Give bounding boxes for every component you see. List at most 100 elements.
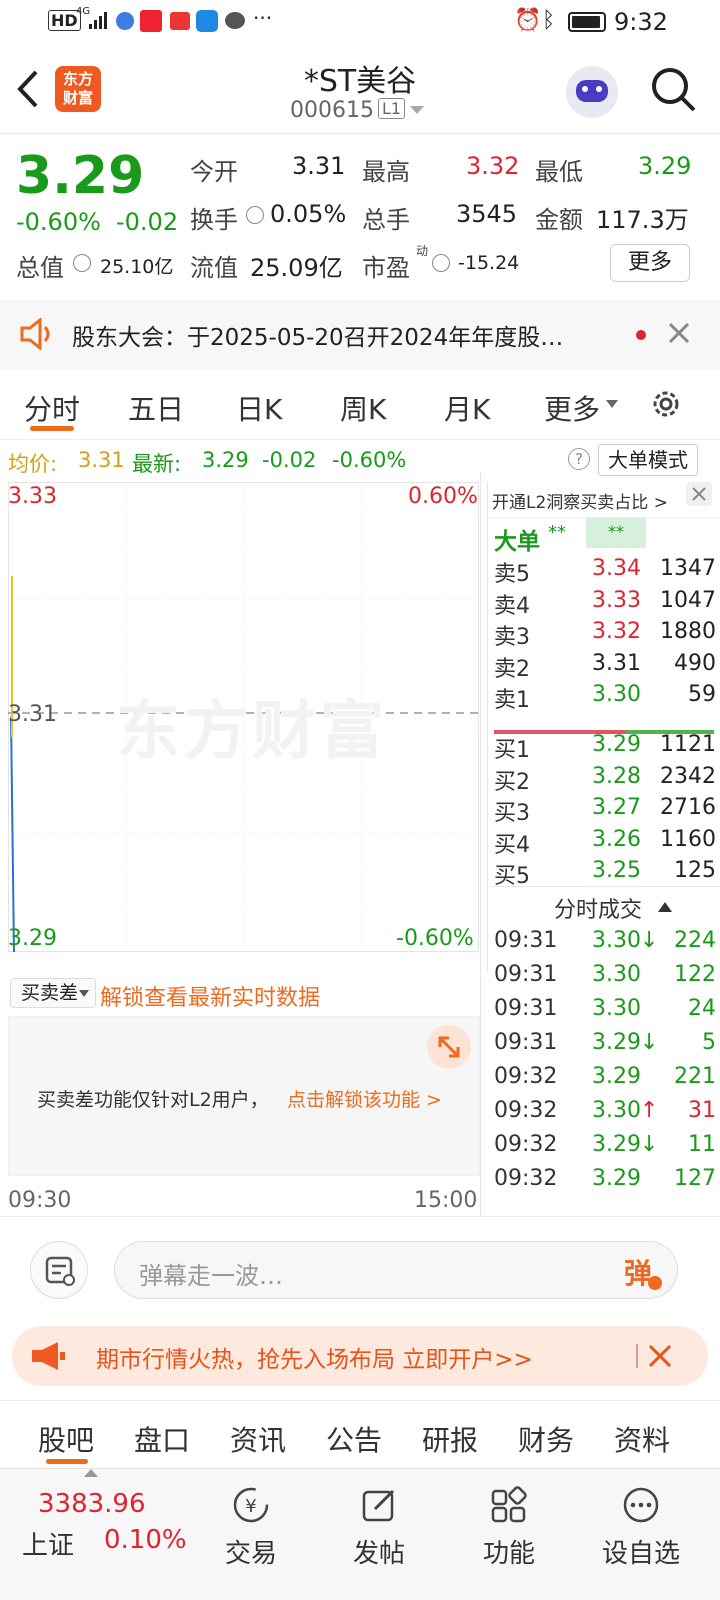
- trade-row: 09:32 3.29 221: [494, 1064, 716, 1094]
- tab-more[interactable]: 更多: [544, 388, 600, 428]
- notice-bar[interactable]: 股东大会：于2025-05-20召开2024年年度股…: [0, 300, 720, 370]
- status-bar: HD 4G ··· ⏰ ᛒ 9:32: [0, 0, 720, 44]
- chevron-down-icon[interactable]: [410, 106, 424, 116]
- unlock-link[interactable]: 解锁查看最新实时数据: [100, 980, 320, 1012]
- tab-research[interactable]: 研报: [422, 1419, 478, 1459]
- close-icon[interactable]: [668, 322, 690, 344]
- unlock-feature-link[interactable]: 点击解锁该功能 >: [287, 1085, 442, 1112]
- tab-pankou[interactable]: 盘口: [134, 1419, 190, 1459]
- bid-volume: 2716: [660, 795, 716, 820]
- bottom-tab-indicator: [46, 1459, 88, 1464]
- trade-row: 09:32 3.29 ↓ 11: [494, 1132, 716, 1162]
- mktcap-info-icon[interactable]: [73, 254, 91, 272]
- more-button[interactable]: 更多: [610, 244, 690, 282]
- trade-volume: 224: [674, 928, 716, 953]
- message-icon: [225, 12, 245, 29]
- trade-time: 09:32: [494, 1098, 558, 1123]
- danmu-toggle[interactable]: 弹: [608, 1241, 678, 1299]
- robot-assistant-icon[interactable]: [566, 66, 618, 118]
- danmu-settings-icon[interactable]: [30, 1241, 88, 1299]
- tab-monthly-k[interactable]: 月K: [444, 388, 490, 428]
- order-book: 开通L2洞察买卖占比 > 大单 ** ** 卖5 3.34 1347 卖4 3.33 10…: [490, 482, 720, 1216]
- time-end: 15:00: [414, 1188, 478, 1213]
- apps-grid-icon: [491, 1486, 527, 1523]
- ask-level-label: 卖1: [494, 688, 530, 713]
- bid-level-label: 买4: [494, 832, 530, 858]
- mktcap-value: 25.10亿: [100, 256, 174, 278]
- high-label: 最高: [362, 158, 410, 186]
- add-watchlist-button[interactable]: 设自选: [586, 1479, 696, 1570]
- trade-price: 3.29: [592, 1030, 641, 1055]
- trade-direction-icon: ↓: [640, 1030, 659, 1055]
- trade-time: 09:31: [494, 1030, 558, 1055]
- bid-row[interactable]: 买4 3.26 1160: [494, 827, 716, 858]
- post-button[interactable]: 发帖: [324, 1479, 434, 1570]
- float-label: 流值: [190, 254, 238, 282]
- price-summary-line: 均价: 3.31 最新: 3.29 -0.02 -0.60% ? 大单模式: [0, 440, 720, 482]
- tab-five-day[interactable]: 五日: [128, 388, 184, 428]
- ask-row[interactable]: 卖2 3.31 490: [494, 651, 716, 682]
- trade-price: 3.30: [592, 1098, 641, 1123]
- pe-label: 市盈: [362, 254, 410, 282]
- ask-row[interactable]: 卖5 3.34 1347: [494, 556, 716, 587]
- promo-close-icon[interactable]: [686, 482, 712, 506]
- caret-up-icon: [658, 902, 672, 912]
- index-pct: 0.10%: [104, 1525, 187, 1555]
- danmu-input[interactable]: 弹幕走一波…: [114, 1241, 610, 1299]
- ad-banner[interactable]: 期市行情火热，抢先入场布局 立即开户>>: [12, 1326, 708, 1386]
- trade-volume: 5: [702, 1030, 716, 1055]
- ad-separator: [636, 1344, 638, 1368]
- turnover-info-icon[interactable]: [246, 206, 264, 224]
- ask-price: 3.34: [592, 556, 641, 581]
- l2-promo-text: 开通L2洞察买卖占比 >: [492, 493, 668, 513]
- stock-header: 东方 财富 *ST美谷 000615 L1: [0, 44, 720, 134]
- bid-row[interactable]: 买2 3.28 2342: [494, 763, 716, 795]
- l2-promo[interactable]: 开通L2洞察买卖占比 >: [490, 482, 720, 518]
- megaphone-icon: [32, 1342, 65, 1370]
- bid-level-label: 买2: [494, 769, 530, 795]
- trade-time: 09:31: [494, 996, 558, 1021]
- tab-intraday[interactable]: 分时: [24, 388, 80, 428]
- ask-row[interactable]: 卖1 3.30 59: [494, 682, 716, 713]
- trade-volume: 127: [674, 1166, 716, 1191]
- pe-value: -15.24: [458, 252, 520, 274]
- search-icon[interactable]: [650, 66, 698, 114]
- ask-row[interactable]: 卖3 3.32 1880: [494, 619, 716, 650]
- ad-close-icon[interactable]: [648, 1344, 672, 1368]
- pe-info-icon[interactable]: [432, 254, 450, 272]
- intraday-chart[interactable]: 东方财富 3.33 0.60% 3.31 3.29 -0.60%: [8, 482, 488, 972]
- tab-weekly-k[interactable]: 周K: [340, 388, 386, 428]
- ask-level-label: 卖2: [494, 656, 530, 682]
- bid-row[interactable]: 买1 3.29 1121: [494, 732, 716, 763]
- trade-button[interactable]: ¥ 交易: [196, 1479, 306, 1570]
- bid-volume: 2342: [660, 763, 716, 789]
- tab-daily-k[interactable]: 日K: [236, 388, 282, 428]
- index-widget[interactable]: 3383.96 上证 0.10%: [0, 1469, 200, 1599]
- ask-row[interactable]: 卖4 3.33 1047: [494, 588, 716, 619]
- tab-finance[interactable]: 财务: [518, 1419, 574, 1459]
- tab-guba[interactable]: 股吧: [38, 1419, 94, 1459]
- level-badge[interactable]: L1: [378, 98, 406, 119]
- trade-price: 3.30: [592, 996, 641, 1021]
- indicator-select[interactable]: 买卖差: [10, 978, 96, 1008]
- tab-profile[interactable]: 资料: [614, 1419, 670, 1459]
- alarm-icon: ⏰: [514, 8, 542, 33]
- comment-bar: 弹幕走一波… 弹: [0, 1216, 720, 1316]
- bid-row[interactable]: 买3 3.27 2716: [494, 795, 716, 826]
- trades-title[interactable]: 分时成交: [554, 892, 642, 924]
- expand-icon[interactable]: [427, 1025, 471, 1069]
- gear-icon[interactable]: [648, 386, 684, 422]
- bluetooth-icon: ᛒ: [542, 8, 556, 33]
- tab-news[interactable]: 资讯: [230, 1419, 286, 1459]
- bid-row[interactable]: 买5 3.25 125: [494, 858, 716, 889]
- tab-announcements[interactable]: 公告: [326, 1419, 382, 1459]
- trade-direction-icon: ↓: [640, 1132, 659, 1157]
- more-notifications-icon: ···: [253, 6, 273, 30]
- bid-level-label: 买1: [494, 738, 530, 763]
- functions-button[interactable]: 功能: [454, 1479, 564, 1570]
- ask-price: 3.32: [592, 619, 641, 644]
- big-order-mode-button[interactable]: 大单模式: [598, 444, 698, 476]
- index-value: 3383.96: [38, 1489, 146, 1519]
- buy-sell-diff-panel: 买卖差 解锁查看最新实时数据 买卖差功能仅针对L2用户， 点击解锁该功能 > 0…: [8, 972, 488, 1216]
- help-icon[interactable]: ?: [568, 448, 590, 470]
